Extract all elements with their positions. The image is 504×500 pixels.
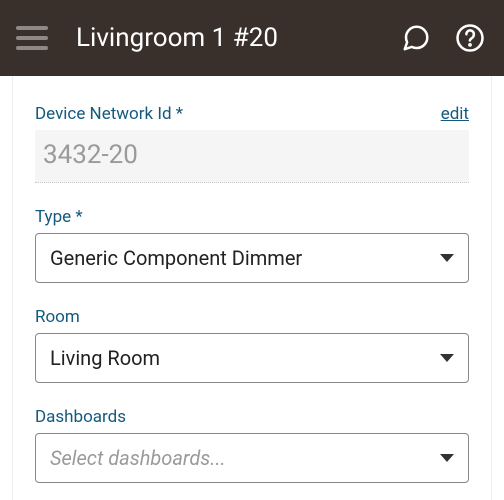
app-header: Livingroom 1 #20 (0, 0, 504, 76)
dashboards-select[interactable]: Select dashboards... (35, 433, 469, 483)
device-network-id-field: Device Network Id * edit 3432-20 (35, 104, 469, 183)
type-field: Type * Generic Component Dimmer (35, 207, 469, 283)
help-icon[interactable] (452, 20, 488, 56)
dashboards-field: Dashboards Select dashboards... (35, 407, 469, 483)
chevron-down-icon (440, 454, 454, 462)
page-title: Livingroom 1 #20 (76, 23, 398, 53)
dashboards-placeholder: Select dashboards... (50, 446, 440, 470)
type-label: Type * (35, 207, 83, 227)
room-field: Room Living Room (35, 307, 469, 383)
device-network-id-label: Device Network Id * (35, 104, 183, 124)
chat-icon[interactable] (398, 20, 434, 56)
header-actions (398, 20, 488, 56)
menu-icon[interactable] (16, 20, 52, 56)
room-value: Living Room (50, 346, 440, 370)
edit-link[interactable]: edit (441, 104, 469, 124)
type-value: Generic Component Dimmer (50, 246, 440, 270)
room-label: Room (35, 307, 80, 327)
chevron-down-icon (440, 254, 454, 262)
form-panel: Device Network Id * edit 3432-20 Type * … (12, 76, 492, 500)
type-select[interactable]: Generic Component Dimmer (35, 233, 469, 283)
room-select[interactable]: Living Room (35, 333, 469, 383)
chevron-down-icon (440, 354, 454, 362)
device-network-id-value: 3432-20 (35, 130, 469, 183)
dashboards-label: Dashboards (35, 407, 126, 427)
